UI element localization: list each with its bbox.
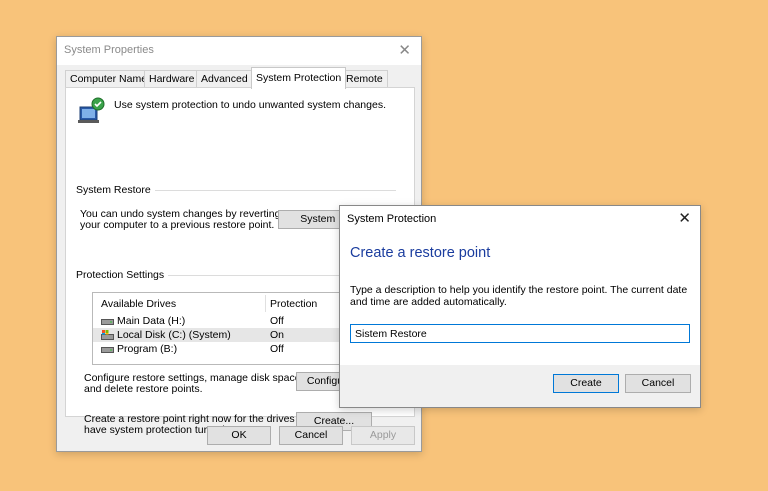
dialog-title: System Protection xyxy=(347,213,437,225)
drive-name: Local Disk (C:) (System) xyxy=(117,329,231,341)
dialog-footer: Create Cancel xyxy=(340,365,700,407)
column-header-available-drives[interactable]: Available Drives xyxy=(101,298,176,310)
hard-drive-icon xyxy=(101,347,114,354)
drive-protection: Off xyxy=(270,343,284,355)
apply-button[interactable]: Apply xyxy=(351,426,415,445)
tab-computer-name[interactable]: Computer Name xyxy=(65,70,153,88)
tab-hardware[interactable]: Hardware xyxy=(144,70,200,88)
configure-text-line2: and delete restore points. xyxy=(84,383,203,395)
tab-remote[interactable]: Remote xyxy=(341,70,388,88)
cancel-button[interactable]: Cancel xyxy=(625,374,691,393)
system-restore-description-line2: your computer to a previous restore poin… xyxy=(80,219,275,231)
dialog-heading: Create a restore point xyxy=(350,245,491,261)
hard-drive-icon xyxy=(101,319,114,326)
restore-point-description-input[interactable] xyxy=(350,324,690,343)
drive-protection: On xyxy=(270,329,285,341)
system-restore-group-label: System Restore xyxy=(76,184,155,196)
window-title: System Properties xyxy=(64,44,154,56)
dialog-description: Type a description to help you identify … xyxy=(350,284,688,308)
tab-system-protection[interactable]: System Protection xyxy=(251,67,347,89)
drive-name: Main Data (H:) xyxy=(117,315,186,327)
title-bar[interactable]: System Properties ✕ xyxy=(57,37,421,65)
tab-advanced[interactable]: Advanced xyxy=(196,70,253,88)
cancel-button[interactable]: Cancel xyxy=(279,426,343,445)
ok-button[interactable]: OK xyxy=(207,426,271,445)
close-icon[interactable]: ✕ xyxy=(678,211,691,226)
column-separator xyxy=(265,295,266,312)
divider xyxy=(134,190,396,191)
protection-settings-group-label: Protection Settings xyxy=(76,269,169,281)
drive-name: Program (B:) xyxy=(117,343,178,355)
close-icon[interactable]: ✕ xyxy=(398,43,411,58)
create-restore-point-dialog: System Protection ✕ Create a restore poi… xyxy=(339,205,701,408)
system-drive-icon xyxy=(101,330,114,341)
column-header-protection[interactable]: Protection xyxy=(270,298,317,310)
info-text: Use system protection to undo unwanted s… xyxy=(114,99,386,111)
drive-protection: Off xyxy=(270,315,284,327)
system-protection-icon xyxy=(78,97,105,123)
create-button[interactable]: Create xyxy=(553,374,619,393)
